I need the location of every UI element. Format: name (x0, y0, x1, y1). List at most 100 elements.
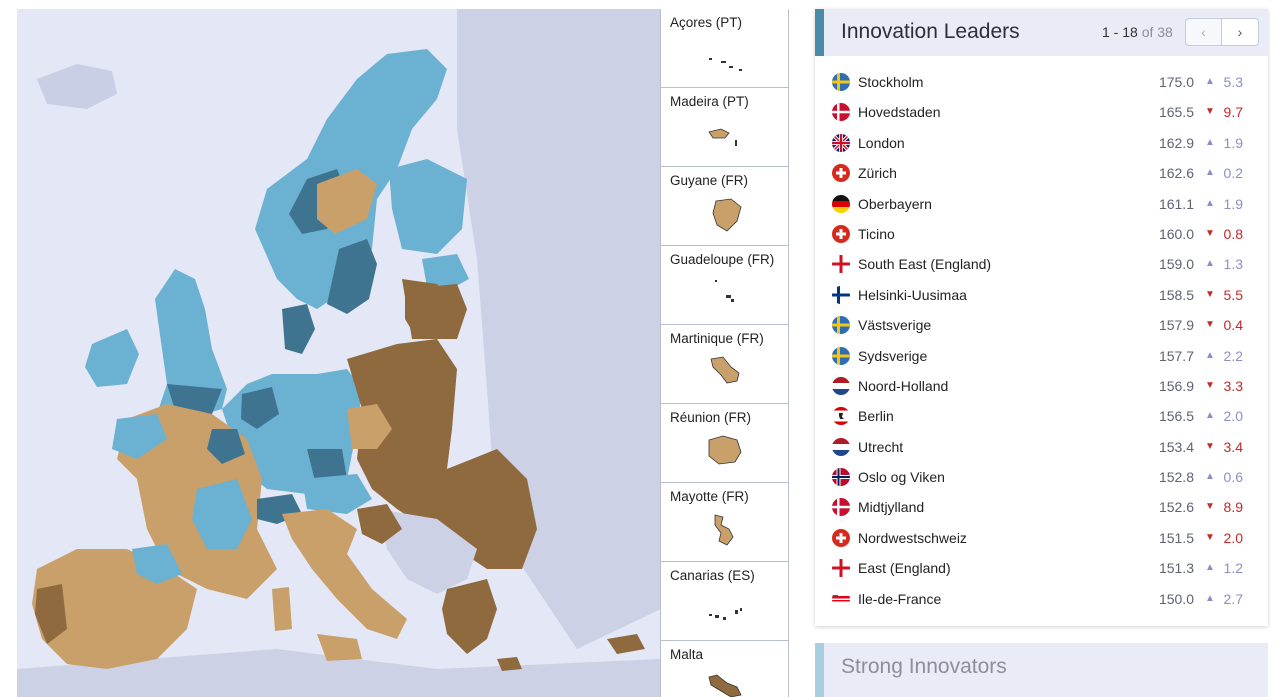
arrow-up-icon: ▲ (1205, 410, 1215, 422)
inset-mayotte[interactable]: Mayotte (FR) (661, 483, 788, 562)
region-delta: 2.2 (1223, 347, 1243, 364)
region-name: Berlin (858, 408, 894, 425)
region-score: 160.0 (1158, 225, 1194, 242)
dk-flag-icon (832, 103, 850, 122)
region-row[interactable]: East (England) 151.3 ▲ 1.2 (815, 553, 1268, 583)
page: Açores (PT) Madeira (PT) Guyane (FR) Gua… (0, 0, 1280, 697)
idf-flag-icon (832, 589, 850, 608)
inset-malta[interactable]: Malta (661, 641, 788, 697)
region-name: Sydsverige (858, 347, 928, 364)
region-delta: 5.5 (1223, 286, 1243, 303)
europe-map[interactable] (17, 9, 661, 697)
region-delta: 3.3 (1223, 377, 1243, 394)
map-canvas[interactable] (17, 9, 661, 697)
inset-label: Canarias (ES) (670, 568, 755, 583)
region-name: Noord-Holland (858, 377, 949, 394)
region-name: Nordwestschweiz (858, 529, 967, 546)
inset-canarias[interactable]: Canarias (ES) (661, 562, 788, 641)
en-flag-icon (832, 559, 850, 578)
azores-islands-icon (709, 58, 742, 71)
reunion-island-icon (708, 435, 742, 465)
canarias-islands-icon (709, 608, 742, 620)
region-delta: 2.7 (1223, 590, 1243, 607)
dk-flag-icon (832, 498, 850, 517)
region-delta: 0.4 (1223, 317, 1243, 334)
pager-range: 1 - 18 (1102, 24, 1138, 40)
arrow-down-icon: ▼ (1205, 106, 1215, 118)
chevron-left-icon: ‹ (1201, 24, 1206, 40)
arrow-up-icon: ▲ (1205, 258, 1215, 270)
inset-madeira[interactable]: Madeira (PT) (661, 88, 788, 167)
region-score: 156.9 (1158, 377, 1194, 394)
region-score: 175.0 (1158, 74, 1194, 90)
outermost-regions-panel: Açores (PT) Madeira (PT) Guyane (FR) Gua… (660, 9, 789, 697)
sardinia-region[interactable] (272, 587, 292, 631)
pager-total: of 38 (1141, 24, 1173, 40)
next-page-button[interactable]: › (1222, 19, 1258, 45)
region-score: 165.5 (1158, 104, 1194, 121)
denmark-region[interactable] (282, 304, 315, 354)
cyprus-region[interactable] (607, 634, 645, 654)
pager-buttons: ‹ › (1185, 18, 1259, 46)
fi-flag-icon (832, 285, 850, 304)
inset-label: Mayotte (FR) (670, 489, 749, 504)
region-row[interactable]: Ticino 160.0 ▼ 0.8 (815, 219, 1268, 249)
region-row[interactable]: Berlin 156.5 ▲ 2.0 (815, 401, 1268, 431)
region-name: Midtjylland (858, 499, 925, 516)
region-delta: 8.9 (1223, 499, 1243, 516)
inset-azores[interactable]: Açores (PT) (661, 9, 788, 88)
malta-island-icon (708, 674, 742, 697)
arrow-down-icon: ▼ (1205, 531, 1215, 543)
inset-guadeloupe[interactable]: Guadeloupe (FR) (661, 246, 788, 325)
panel-title: Innovation Leaders (841, 20, 1020, 43)
region-row[interactable]: Oberbayern 161.1 ▲ 1.9 (815, 189, 1268, 219)
region-row[interactable]: Sydsverige 157.7 ▲ 2.2 (815, 341, 1268, 371)
region-delta: 1.9 (1223, 134, 1243, 151)
region-name: Stockholm (858, 74, 924, 90)
region-score: 162.9 (1158, 134, 1194, 151)
region-row[interactable]: Ile-de-France 150.0 ▲ 2.7 (815, 584, 1268, 614)
region-row[interactable]: Oslo og Viken 152.8 ▲ 0.6 (815, 462, 1268, 492)
region-score: 151.5 (1158, 529, 1194, 546)
region-row[interactable]: Zürich 162.6 ▲ 0.2 (815, 158, 1268, 188)
inset-label: Malta (670, 647, 704, 662)
strong-innovators-panel[interactable]: Strong Innovators (815, 643, 1268, 697)
inset-label: Guadeloupe (FR) (670, 252, 775, 267)
region-delta: 9.7 (1223, 104, 1243, 121)
inset-reunion[interactable]: Réunion (FR) (661, 404, 788, 483)
inset-guyane[interactable]: Guyane (FR) (661, 167, 788, 246)
panel-header: Innovation Leaders 1 - 18 of 38 ‹ › (815, 9, 1268, 56)
austria-region[interactable] (302, 474, 372, 514)
arrow-up-icon: ▲ (1205, 349, 1215, 361)
region-score: 153.4 (1158, 438, 1194, 455)
greece-region[interactable] (442, 579, 497, 654)
region-name: Utrecht (858, 438, 904, 455)
finland-region[interactable] (389, 159, 467, 254)
pager-text: 1 - 18 of 38 (1102, 24, 1173, 40)
iceland (37, 64, 117, 109)
region-row[interactable]: London 162.9 ▲ 1.9 (815, 128, 1268, 158)
region-delta: 2.0 (1223, 408, 1243, 425)
region-row[interactable]: Nordwestschweiz 151.5 ▼ 2.0 (815, 523, 1268, 553)
region-score: 158.5 (1158, 286, 1194, 303)
region-row[interactable]: Helsinki-Uusimaa 158.5 ▼ 5.5 (815, 280, 1268, 310)
inset-label: Martinique (FR) (670, 331, 764, 346)
region-row[interactable]: Noord-Holland 156.9 ▼ 3.3 (815, 371, 1268, 401)
martinique-island-icon (710, 356, 740, 384)
inset-martinique[interactable]: Martinique (FR) (661, 325, 788, 404)
region-row[interactable]: Stockholm 175.0 ▲ 5.3 (815, 67, 1268, 97)
region-row[interactable]: Midtjylland 152.6 ▼ 8.9 (815, 492, 1268, 522)
inset-label: Guyane (FR) (670, 173, 749, 188)
arrow-up-icon: ▲ (1205, 592, 1215, 604)
region-delta: 0.2 (1223, 165, 1243, 182)
inset-label: Madeira (PT) (670, 94, 749, 109)
prev-page-button[interactable]: ‹ (1186, 19, 1223, 45)
mayotte-island-icon (714, 514, 734, 546)
region-score: 150.0 (1158, 590, 1194, 607)
region-row[interactable]: Hovedstaden 165.5 ▼ 9.7 (815, 97, 1268, 127)
region-row[interactable]: South East (England) 159.0 ▲ 1.3 (815, 249, 1268, 279)
region-row[interactable]: Västsverige 157.9 ▼ 0.4 (815, 310, 1268, 340)
arrow-down-icon: ▼ (1205, 501, 1215, 513)
ireland-region[interactable] (85, 329, 139, 387)
region-row[interactable]: Utrecht 153.4 ▼ 3.4 (815, 432, 1268, 462)
